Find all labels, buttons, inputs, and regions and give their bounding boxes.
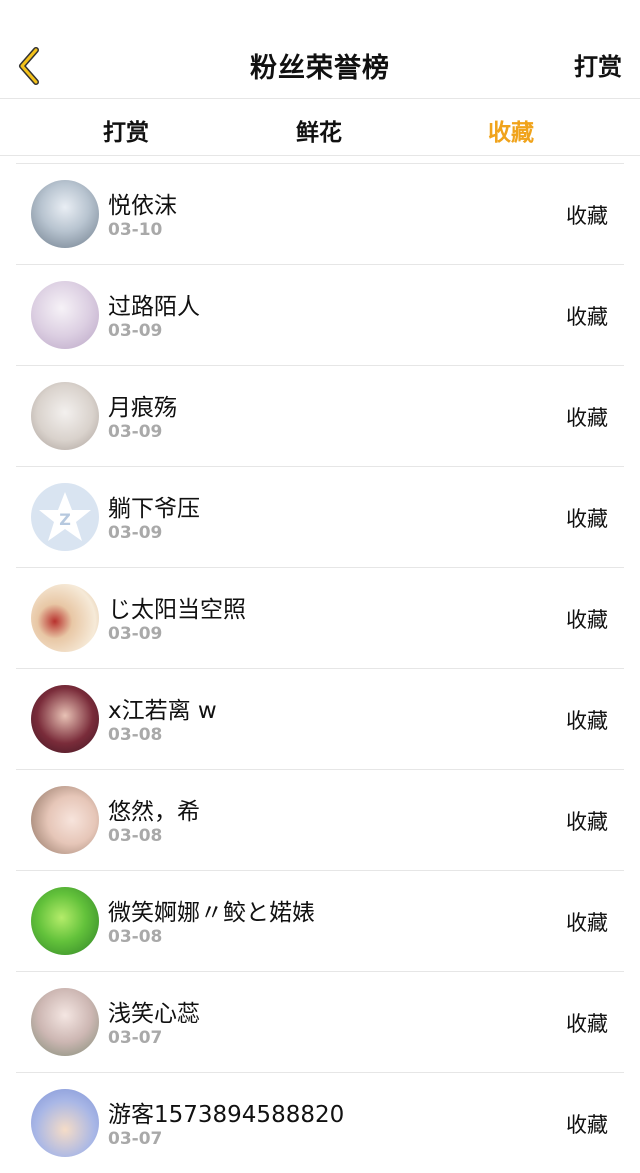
avatar [31,584,99,652]
reward-button[interactable]: 打赏 [574,47,622,82]
tab-bar: 打赏 鲜花 收藏 [0,99,640,156]
favorite-label: 收藏 [566,204,608,228]
favorite-label: 收藏 [566,911,608,935]
favorite-date: 03-09 [108,624,163,644]
favorite-date: 03-09 [108,422,163,442]
list-item[interactable]: 悠然，希 03-08 收藏 [16,769,624,870]
list-item[interactable]: Z 躺下爷压 03-09 收藏 [16,466,624,567]
user-name: x江若离 w [108,698,217,724]
user-name: 浅笑心蕊 [108,1001,200,1027]
avatar [31,786,99,854]
user-name: 微笑婀娜〃鲛と婼婊 [108,900,315,926]
user-name: 过路陌人 [108,294,200,320]
favorite-label: 收藏 [566,608,608,632]
tab-favorites[interactable]: 收藏 [488,113,534,147]
user-name: 悦依沫 [108,193,177,219]
favorite-label: 收藏 [566,406,608,430]
favorite-date: 03-07 [108,1028,163,1048]
user-name: 躺下爷压 [108,496,200,522]
list-item[interactable]: 微笑婀娜〃鲛と婼婊 03-08 收藏 [16,870,624,971]
tab-reward[interactable]: 打赏 [103,113,149,147]
favorite-date: 03-09 [108,523,163,543]
avatar [31,988,99,1056]
favorite-label: 收藏 [566,1113,608,1137]
user-name: 游客1573894588820 [108,1102,345,1128]
list-item[interactable]: 悦依沫 03-10 收藏 [16,163,624,264]
list-item[interactable]: 月痕殇 03-09 收藏 [16,365,624,466]
favorite-date: 03-08 [108,826,163,846]
page-title: 粉丝荣誉榜 [250,53,390,84]
list-item[interactable]: じ太阳当空照 03-09 收藏 [16,567,624,668]
user-name: じ太阳当空照 [108,597,246,623]
favorite-date: 03-08 [108,927,163,947]
avatar [31,685,99,753]
avatar [31,180,99,248]
avatar [31,887,99,955]
favorite-label: 收藏 [566,305,608,329]
svg-text:Z: Z [59,510,71,529]
avatar [31,382,99,450]
list-item[interactable]: 游客1573894588820 03-07 收藏 [16,1072,624,1173]
favorite-date: 03-10 [108,220,163,240]
avatar [31,281,99,349]
star-icon: Z [39,492,91,541]
list-item[interactable]: 浅笑心蕊 03-07 收藏 [16,971,624,1072]
favorite-label: 收藏 [566,507,608,531]
list-item[interactable]: x江若离 w 03-08 收藏 [16,668,624,769]
user-name: 悠然，希 [108,799,200,825]
avatar [31,1089,99,1157]
favorite-label: 收藏 [566,1012,608,1036]
favorite-date: 03-09 [108,321,163,341]
favorite-date: 03-07 [108,1129,163,1149]
navigation-bar: 粉丝荣誉榜 打赏 [0,0,640,99]
avatar: Z [31,483,99,551]
user-name: 月痕殇 [108,395,177,421]
list-item[interactable]: 过路陌人 03-09 收藏 [16,264,624,365]
favorite-date: 03-08 [108,725,163,745]
favorite-label: 收藏 [566,709,608,733]
fan-list: 悦依沫 03-10 收藏 过路陌人 03-09 收藏 月痕殇 03-09 收藏 … [0,163,640,1173]
tab-flowers[interactable]: 鲜花 [296,113,342,147]
favorite-label: 收藏 [566,810,608,834]
